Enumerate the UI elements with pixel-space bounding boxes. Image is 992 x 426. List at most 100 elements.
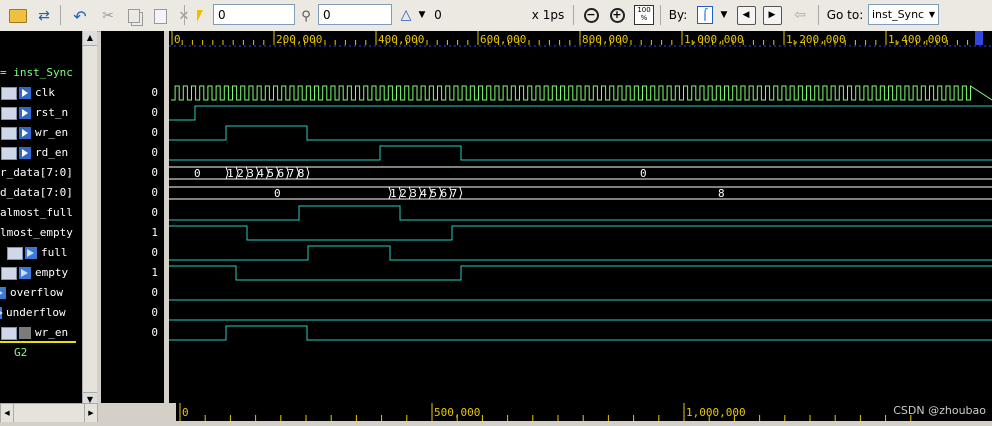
zoom-in-button[interactable]: + [606, 4, 628, 26]
back-button[interactable]: ⇦ [788, 4, 812, 26]
rd-data-bus-value-label: 5 [430, 187, 437, 200]
clk-wave [171, 85, 992, 101]
rd-data-bus-value-label: 4 [420, 187, 427, 200]
open-folder-button[interactable] [6, 4, 30, 28]
wr-data-bus-value-label: 5 [267, 167, 274, 180]
rd-data-bus-value-label: 2 [400, 187, 407, 200]
name-pane-scrollbar[interactable]: ▲ ▼ [82, 31, 97, 421]
selection-underline [0, 341, 76, 343]
marker-tool-button[interactable]: ⚲ [294, 4, 318, 28]
swap-icon: ⇄ [38, 8, 50, 24]
paste-icon [153, 8, 167, 24]
signal-waves: 0 1 2 3 4 5 6 7 8 00 1 2 3 4 5 6 7 8 [169, 85, 992, 341]
cursor-time-input[interactable] [213, 4, 295, 25]
verilog-icon [1, 126, 17, 140]
marker-time-input[interactable] [318, 4, 392, 25]
time-scale-label: x 1ps [531, 8, 565, 22]
rd-data-bus-transition [459, 186, 463, 200]
verilog-icon [1, 106, 17, 120]
rd-data-bus-start-label: 0 [274, 187, 281, 200]
overview-ruler[interactable]: 0 500,000 1,000,000 [176, 403, 992, 421]
signal-name-rd-data[interactable]: d_data[7:0] [0, 183, 73, 203]
scroll-right-button[interactable]: ▶ [84, 403, 98, 423]
copy-button[interactable] [122, 4, 146, 28]
signal-name-almost-empty[interactable]: lmost_empty [0, 223, 73, 243]
rd-data-bus-end-label: 8 [718, 187, 725, 200]
waveform-pane[interactable]: 0 200,000 400,000 600,000 800,000 1,000,000 1,… [169, 31, 992, 403]
signal-name-wr-en-watch[interactable]: wr_en [1, 323, 68, 343]
signal-name-full[interactable]: full [7, 243, 68, 263]
rd-en-wave [169, 145, 992, 161]
paste-button[interactable] [148, 4, 172, 28]
value-almost-full: 0 [151, 206, 158, 219]
ruler-label: 1,200,000 [786, 33, 846, 46]
value-full: 0 [151, 246, 158, 259]
rst-n-wave [169, 105, 992, 121]
value-empty: 1 [151, 266, 158, 279]
wr-data-bus: 0 12345678 0 [169, 166, 992, 180]
output-port-icon [19, 267, 31, 279]
output-port-icon [25, 247, 37, 259]
value-underflow: 0 [151, 306, 158, 319]
signal-name-overflow[interactable]: overflow [0, 283, 63, 303]
horizontal-scroll-area[interactable]: ◀ ▶ 0 500,000 1,000,000 CSDN @zhoubao [0, 403, 992, 426]
rd-data-bus-value-label: 1 [390, 187, 397, 200]
zoom-full-button[interactable]: 100 % [633, 4, 655, 26]
group-name-g2[interactable]: G2 [14, 343, 27, 363]
signal-name-rst-n[interactable]: rst_n [1, 103, 68, 123]
group-label: = inst_Sync [0, 66, 73, 79]
zoom-out-button[interactable]: − [580, 4, 602, 26]
rd-data-bus: 0 1234567 8 [169, 186, 992, 200]
status-bar [0, 422, 992, 426]
value-rd-en: 0 [151, 146, 158, 159]
signal-name-almost-full[interactable]: almost_full [0, 203, 73, 223]
signal-name-wr-en[interactable]: wr_en [1, 123, 68, 143]
verilog-icon [1, 326, 17, 340]
undo-button[interactable]: ↶ [68, 4, 92, 28]
goto-select[interactable]: inst_Sync ▼ [868, 4, 939, 25]
signal-value-pane[interactable]: 0 0 0 0 0 0 0 1 0 1 0 0 0 [101, 31, 164, 403]
goto-value: inst_Sync [872, 8, 925, 21]
ruler-label: 800,000 [582, 33, 628, 46]
signal-name-wr-data[interactable]: r_data[7:0] [0, 163, 73, 183]
zoom-in-icon: + [609, 7, 625, 23]
by-dropdown-button[interactable]: ▼ [718, 4, 730, 26]
input-port-icon [19, 147, 31, 159]
delta-dropdown-button[interactable]: ▼ [416, 4, 428, 26]
waveform-canvas: 0 200,000 400,000 600,000 800,000 1,000,000 1,… [169, 31, 992, 341]
waveform-toolbar: ⇄ ↶ ✂ ✕ ⚲ △ ▼ 0 x 1ps − + 100 % By: ⌠ [0, 0, 992, 32]
wr-en-watch-wave [169, 325, 992, 341]
wr-en-wave [169, 125, 992, 141]
ruler-cursor-marker [975, 31, 983, 45]
wr-data-bus-start-label: 0 [194, 167, 201, 180]
signal-name-empty[interactable]: empty [1, 263, 68, 283]
zoom-percent-icon: 100 % [634, 5, 654, 25]
previous-edge-button[interactable]: ◀ [736, 4, 756, 26]
value-wr-en: 0 [151, 126, 158, 139]
swap-button[interactable]: ⇄ [32, 4, 56, 28]
signal-name-group[interactable]: = inst_Sync [0, 63, 73, 83]
ruler-label: 600,000 [480, 33, 526, 46]
scroll-up-button[interactable]: ▲ [83, 31, 97, 46]
delta-button[interactable]: △ [396, 4, 416, 26]
cut-button[interactable]: ✂ [96, 4, 120, 28]
value-rd-data: 0 [151, 186, 158, 199]
signal-name-clk[interactable]: clk [1, 83, 55, 103]
delta-value: 0 [434, 8, 442, 22]
almost-empty-wave [169, 225, 992, 241]
signal-name-rd-en[interactable]: rd_en [1, 143, 68, 163]
edge-icon: ⌠ [697, 6, 713, 24]
by-edge-button[interactable]: ⌠ [694, 4, 716, 26]
dropdown-arrow-icon: ▼ [928, 10, 935, 19]
ruler-label: 200,000 [276, 33, 322, 46]
value-wr-data: 0 [151, 166, 158, 179]
signal-name-underflow[interactable]: underflow [0, 303, 66, 323]
stamp-icon: ⚲ [301, 8, 311, 24]
name-pane-hscroll[interactable] [13, 403, 85, 423]
signal-name-pane[interactable]: = inst_Sync clk rst_n wr_en rd_en r_data… [0, 31, 82, 403]
scroll-left-button[interactable]: ◀ [0, 403, 14, 423]
verilog-icon [7, 246, 23, 260]
rd-data-bus-value-label: 6 [441, 187, 448, 200]
next-edge-button[interactable]: ▶ [762, 4, 782, 26]
cursor-tool-button[interactable] [188, 4, 212, 28]
